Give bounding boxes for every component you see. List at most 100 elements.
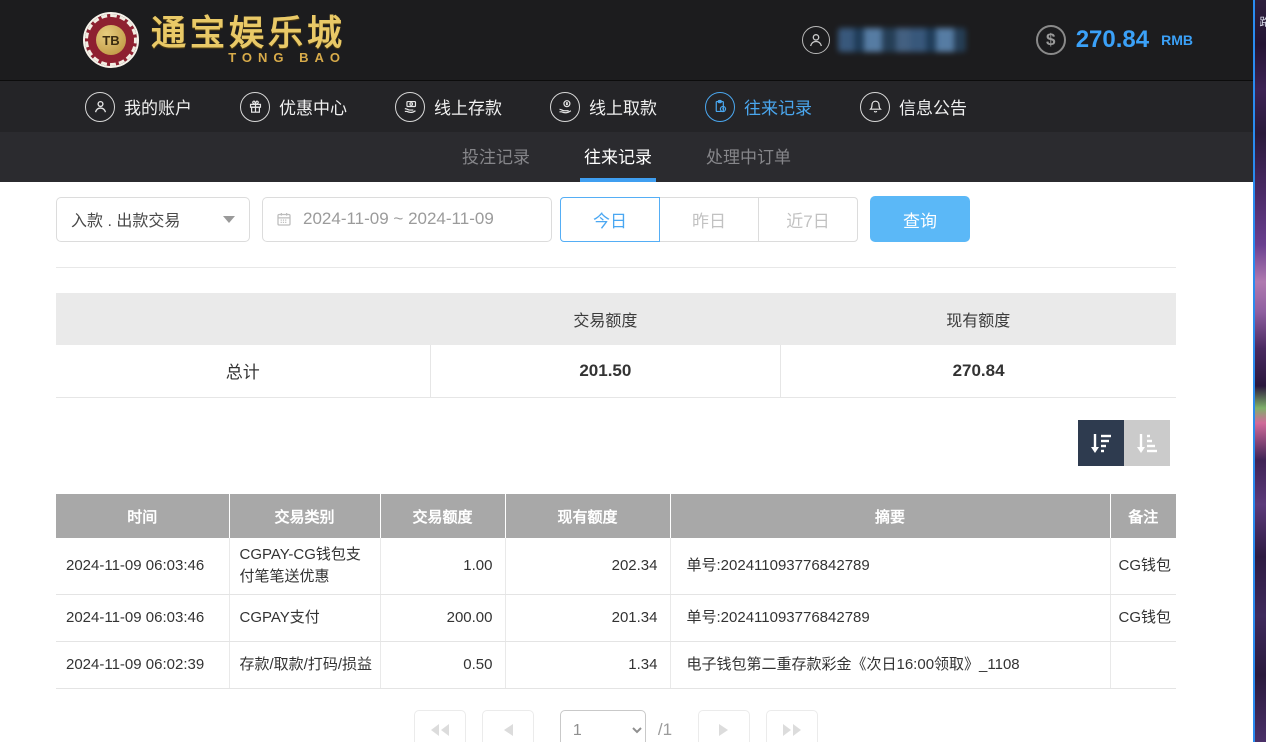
col-note: 备注: [1110, 494, 1176, 538]
page-select[interactable]: 1: [560, 710, 646, 742]
col-time: 时间: [56, 494, 229, 538]
casino-chip-icon: TB: [85, 14, 137, 66]
nav-label: 线上存款: [434, 94, 502, 119]
deposit-icon: [395, 92, 425, 122]
cell-amount: 0.50: [380, 641, 505, 688]
summary-current-amount: 270.84: [781, 345, 1176, 397]
cell-type: CGPAY支付: [229, 594, 380, 641]
withdraw-icon: [550, 92, 580, 122]
nav-item-announcements[interactable]: 信息公告: [860, 92, 967, 122]
balance-display: $ 270.84 RMB: [1036, 25, 1193, 55]
summary-header-row: 交易额度 现有额度: [56, 293, 1176, 345]
account-icon: [85, 92, 115, 122]
records-table: 时间 交易类别 交易额度 现有额度 摘要 备注 2024-11-09 06:03…: [56, 494, 1176, 689]
balance-currency: RMB: [1161, 32, 1193, 48]
user-icon: [802, 26, 830, 54]
username-redacted: [838, 28, 966, 52]
summary-table: 交易额度 现有额度 总计 201.50 270.84: [56, 293, 1176, 398]
nav-label: 优惠中心: [279, 94, 347, 119]
header-right: $ 270.84 RMB: [802, 0, 1193, 80]
cell-balance: 201.34: [505, 594, 670, 641]
next-page-button[interactable]: [698, 710, 750, 742]
main-nav: 我的账户 优惠中心 线上存款: [0, 80, 1253, 132]
cell-time: 2024-11-09 06:02:39: [56, 641, 229, 688]
cell-type: 存款/取款/打码/损益: [229, 641, 380, 688]
cell-summary: 单号:202411093776842789: [670, 538, 1110, 594]
background-page-edge-strip: 路: [1253, 0, 1266, 742]
previous-page-button[interactable]: [482, 710, 534, 742]
nav-item-promotions[interactable]: 优惠中心: [240, 92, 347, 122]
sort-descending-button[interactable]: [1078, 420, 1124, 466]
cell-note: CG钱包: [1110, 538, 1176, 594]
cell-amount: 1.00: [380, 538, 505, 594]
transaction-type-select[interactable]: 入款 . 出款交易: [56, 197, 250, 242]
col-amount: 交易额度: [380, 494, 505, 538]
chevron-down-icon: [223, 216, 235, 223]
user-account[interactable]: [802, 26, 966, 54]
nav-label: 信息公告: [899, 94, 967, 119]
cell-amount: 200.00: [380, 594, 505, 641]
calendar-icon: [275, 210, 293, 228]
table-row: 2024-11-09 06:02:39 存款/取款/打码/损益 0.50 1.3…: [56, 641, 1176, 688]
nav-label: 往来记录: [744, 94, 812, 119]
quick-yesterday-button[interactable]: 昨日: [659, 197, 759, 242]
gift-icon: [240, 92, 270, 122]
summary-total-row: 总计 201.50 270.84: [56, 345, 1176, 397]
tab-betting-records[interactable]: 投注记录: [458, 132, 534, 182]
top-header: TB 通宝娱乐城 TONG BAO $ 270.84 RMB: [0, 0, 1253, 80]
balance-amount: 270.84: [1076, 26, 1149, 54]
cell-balance: 1.34: [505, 641, 670, 688]
page-total-label: /1: [658, 720, 672, 740]
summary-header-empty: [56, 293, 430, 345]
pagination: 1 /1: [56, 710, 1176, 742]
filter-bar: 入款 . 出款交易 2024-11-09 ~ 2024-11-09 今日 昨日 …: [56, 196, 970, 242]
nav-item-online-deposit[interactable]: 线上存款: [395, 92, 502, 122]
table-row: 2024-11-09 06:03:46 CGPAY支付 200.00 201.3…: [56, 594, 1176, 641]
last-page-button[interactable]: [766, 710, 818, 742]
dollar-icon: $: [1036, 25, 1066, 55]
cell-time: 2024-11-09 06:03:46: [56, 594, 229, 641]
quick-today-button[interactable]: 今日: [560, 197, 660, 242]
nav-item-my-account[interactable]: 我的账户: [85, 92, 192, 122]
nav-item-transaction-records[interactable]: 往来记录: [705, 92, 812, 122]
transaction-records-page: TB 通宝娱乐城 TONG BAO $ 270.84 RMB: [0, 0, 1266, 742]
summary-header-current-amount: 现有额度: [781, 293, 1176, 345]
summary-total-label: 总计: [56, 345, 430, 397]
tab-pending-orders[interactable]: 处理中订单: [702, 132, 795, 182]
col-balance: 现有额度: [505, 494, 670, 538]
records-header-row: 时间 交易类别 交易额度 现有额度 摘要 备注: [56, 494, 1176, 538]
col-summary: 摘要: [670, 494, 1110, 538]
summary-transaction-amount: 201.50: [430, 345, 781, 397]
nav-label: 线上取款: [589, 94, 657, 119]
query-button[interactable]: 查询: [870, 196, 970, 242]
nav-label: 我的账户: [124, 94, 192, 119]
quick-date-group: 今日 昨日 近7日: [560, 197, 858, 242]
section-divider: [56, 267, 1176, 268]
cell-note: CG钱包: [1110, 594, 1176, 641]
tab-transaction-records[interactable]: 往来记录: [580, 132, 656, 182]
transaction-type-value: 入款 . 出款交易: [71, 207, 180, 231]
site-logo[interactable]: TB 通宝娱乐城 TONG BAO: [85, 14, 346, 66]
col-type: 交易类别: [229, 494, 380, 538]
chip-monogram: TB: [96, 25, 126, 55]
bell-icon: [860, 92, 890, 122]
nav-item-online-withdraw[interactable]: 线上取款: [550, 92, 657, 122]
records-tab-bar: 投注记录 往来记录 处理中订单: [0, 132, 1253, 182]
cell-type: CGPAY-CG钱包支付笔笔送优惠: [229, 538, 380, 594]
logo-text: 通宝娱乐城 TONG BAO: [151, 16, 346, 65]
cell-summary: 单号:202411093776842789: [670, 594, 1110, 641]
summary-header-transaction-amount: 交易额度: [430, 293, 781, 345]
strip-partial-text: 路: [1256, 16, 1266, 29]
date-range-value: 2024-11-09 ~ 2024-11-09: [303, 209, 494, 229]
first-page-button[interactable]: [414, 710, 466, 742]
quick-last7days-button[interactable]: 近7日: [758, 197, 858, 242]
date-range-input[interactable]: 2024-11-09 ~ 2024-11-09: [262, 197, 552, 242]
cell-balance: 202.34: [505, 538, 670, 594]
cell-note: [1110, 641, 1176, 688]
sort-ascending-button[interactable]: [1124, 420, 1170, 466]
table-row: 2024-11-09 06:03:46 CGPAY-CG钱包支付笔笔送优惠 1.…: [56, 538, 1176, 594]
cell-summary: 电子钱包第二重存款彩金《次日16:00领取》_1108: [670, 641, 1110, 688]
sort-controls: [1078, 420, 1170, 466]
page-select-wrap: 1 /1: [560, 710, 672, 742]
logo-title: 通宝娱乐城: [151, 16, 346, 52]
